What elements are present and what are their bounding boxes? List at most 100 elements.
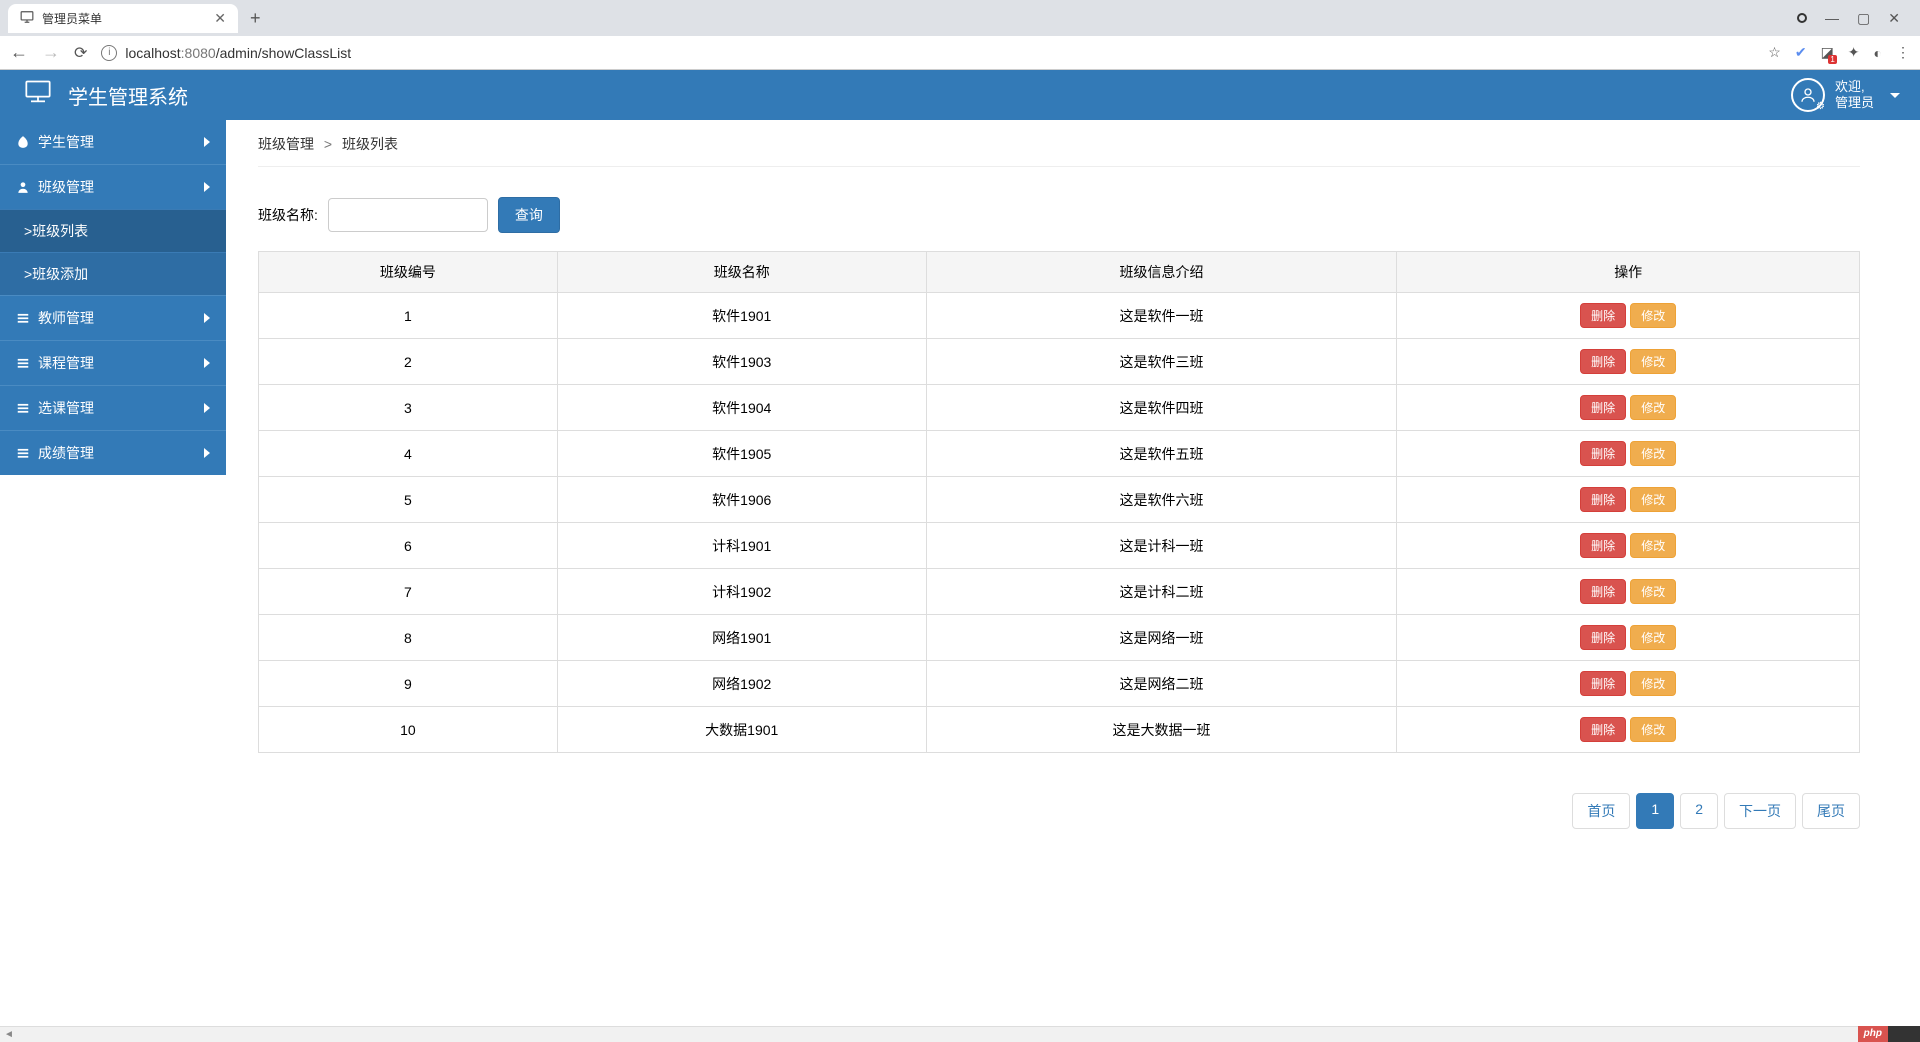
horizontal-scrollbar[interactable]: ◄ [0,1026,1920,1042]
sidebar-item[interactable]: 选课管理 [0,385,226,430]
delete-button[interactable]: 删除 [1580,671,1626,696]
page-1[interactable]: 1 [1636,793,1674,829]
table-header: 操作 [1397,252,1860,293]
browser-tab[interactable]: 管理员菜单 ✕ [8,4,238,33]
breadcrumb-current: 班级列表 [342,136,398,152]
star-icon[interactable]: ☆ [1768,44,1781,61]
sidebar-subitem[interactable]: >班级添加 [0,252,226,295]
sidebar-item[interactable]: 班级管理 [0,164,226,209]
maximize-button[interactable]: ▢ [1857,10,1870,27]
welcome-line2: 管理员 [1835,95,1874,111]
edit-button[interactable]: 修改 [1630,717,1676,742]
edit-button[interactable]: 修改 [1630,487,1676,512]
site-info-icon[interactable]: i [101,45,117,61]
delete-button[interactable]: 删除 [1580,395,1626,420]
edit-button[interactable]: 修改 [1630,303,1676,328]
table-row: 2软件1903这是软件三班删除修改 [259,339,1860,385]
minimize-button[interactable]: — [1825,10,1839,26]
new-tab-button[interactable]: + [250,8,261,29]
tab-close-icon[interactable]: ✕ [214,10,226,27]
cell-actions: 删除修改 [1397,293,1860,339]
sidebar-item[interactable]: 课程管理 [0,340,226,385]
cell-id: 9 [259,661,558,707]
bird-icon[interactable]: ✔ [1795,44,1807,61]
sidebar-item[interactable]: 成绩管理 [0,430,226,475]
cell-actions: 删除修改 [1397,661,1860,707]
list-icon [16,311,30,325]
edit-button[interactable]: 修改 [1630,671,1676,696]
query-button[interactable]: 查询 [498,197,560,233]
page-last[interactable]: 尾页 [1802,793,1860,829]
user-text: 欢迎, 管理员 [1835,79,1874,110]
kebab-menu-icon[interactable]: ⋮ [1896,44,1910,61]
tab-monitor-icon [20,10,34,27]
chevron-right-icon [204,403,210,413]
back-button[interactable]: ← [10,42,28,63]
status-bar: php [1858,1026,1920,1042]
sidebar-item-label: 课程管理 [38,353,94,373]
chevron-right-icon [204,313,210,323]
sidebar-item-label: 班级管理 [38,177,94,197]
cell-name: 网络1902 [557,661,926,707]
address-bar: ← → ⟳ i localhost:8080/admin/showClassLi… [0,36,1920,70]
edit-button[interactable]: 修改 [1630,441,1676,466]
cell-actions: 删除修改 [1397,707,1860,753]
table-row: 3软件1904这是软件四班删除修改 [259,385,1860,431]
delete-button[interactable]: 删除 [1580,349,1626,374]
sidebar-item[interactable]: 学生管理 [0,120,226,164]
sidebar-subitem[interactable]: >班级列表 [0,209,226,252]
cell-id: 1 [259,293,558,339]
user-menu[interactable]: ⚙ 欢迎, 管理员 [1791,78,1900,112]
delete-button[interactable]: 删除 [1580,441,1626,466]
delete-button[interactable]: 删除 [1580,579,1626,604]
edit-button[interactable]: 修改 [1630,395,1676,420]
cell-desc: 这是计科二班 [926,569,1397,615]
sidebar-item[interactable]: 教师管理 [0,295,226,340]
cell-desc: 这是软件一班 [926,293,1397,339]
app-logo: 学生管理系统 [20,78,188,112]
list-icon [16,356,30,370]
page-2[interactable]: 2 [1680,793,1718,829]
page-first[interactable]: 首页 [1572,793,1630,829]
close-window-button[interactable]: ✕ [1888,10,1900,27]
delete-button[interactable]: 删除 [1580,533,1626,558]
scroll-left-icon[interactable]: ◄ [0,1029,18,1040]
extensions-puzzle-icon[interactable]: ✦ [1848,44,1860,61]
delete-button[interactable]: 删除 [1580,487,1626,512]
edit-button[interactable]: 修改 [1630,625,1676,650]
chevron-right-icon [204,358,210,368]
php-badge: php [1858,1026,1888,1042]
delete-button[interactable]: 删除 [1580,625,1626,650]
list-icon [16,401,30,415]
delete-button[interactable]: 删除 [1580,717,1626,742]
delete-button[interactable]: 删除 [1580,303,1626,328]
browser-chrome: 管理员菜单 ✕ + — ▢ ✕ ← → ⟳ i localhost:8080/a… [0,0,1920,70]
class-name-input[interactable] [328,198,488,232]
cell-name: 计科1901 [557,523,926,569]
reload-button[interactable]: ⟳ [74,43,87,63]
breadcrumb-parent[interactable]: 班级管理 [258,136,314,152]
edit-button[interactable]: 修改 [1630,349,1676,374]
search-label: 班级名称: [258,205,318,225]
profile-icon[interactable]: ◐ [1874,45,1882,61]
cell-desc: 这是大数据一班 [926,707,1397,753]
edit-button[interactable]: 修改 [1630,533,1676,558]
app-title: 学生管理系统 [68,81,188,110]
cell-desc: 这是计科一班 [926,523,1397,569]
forward-button[interactable]: → [42,42,60,63]
account-icon[interactable] [1797,13,1807,23]
user-icon [16,180,30,194]
leaf-icon [16,135,30,149]
app-header: 学生管理系统 ⚙ 欢迎, 管理员 [0,70,1920,120]
cell-desc: 这是软件三班 [926,339,1397,385]
url-input[interactable]: i localhost:8080/admin/showClassList [101,45,1754,61]
list-icon [16,446,30,460]
breadcrumb: 班级管理 > 班级列表 [258,134,1860,167]
cell-name: 软件1905 [557,431,926,477]
cell-desc: 这是软件四班 [926,385,1397,431]
extension-icon[interactable]: ◪1 [1821,44,1834,61]
chevron-right-icon [204,182,210,192]
edit-button[interactable]: 修改 [1630,579,1676,604]
layout: 学生管理班级管理>班级列表>班级添加教师管理课程管理选课管理成绩管理 班级管理 … [0,120,1920,1026]
page-next[interactable]: 下一页 [1724,793,1796,829]
